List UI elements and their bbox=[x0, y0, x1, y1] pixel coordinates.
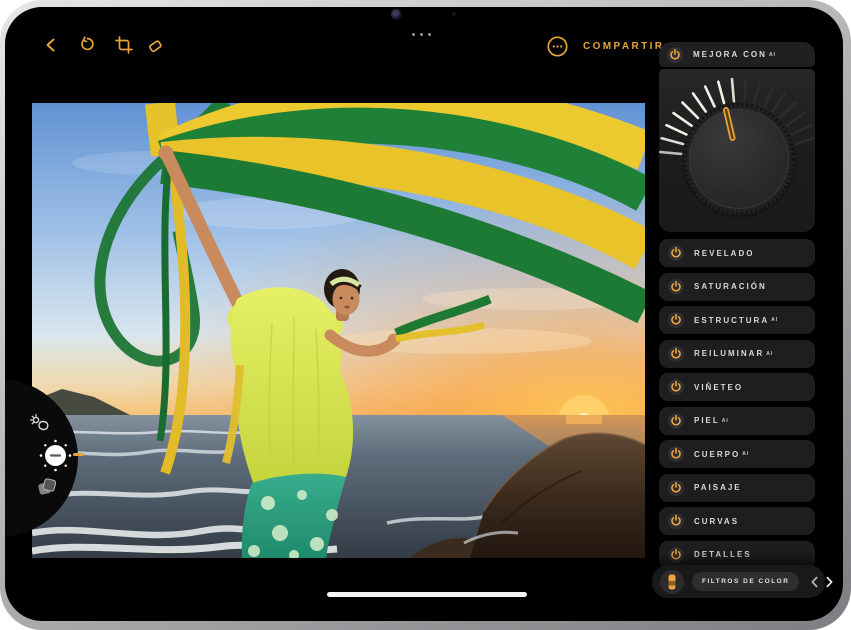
power-toggle[interactable] bbox=[668, 346, 684, 362]
color-filters-bar: FILTROS DE COLOR bbox=[652, 565, 825, 598]
power-icon bbox=[668, 346, 684, 362]
adjustment-row[interactable]: SATURACIÓN bbox=[659, 273, 815, 301]
power-toggle[interactable] bbox=[668, 480, 684, 496]
adjustment-label: REILUMINAR bbox=[694, 349, 764, 358]
more-options-icon bbox=[546, 35, 569, 58]
adjustment-list: REVELADO SATURACIÓN ESTRUCTURAAI bbox=[659, 239, 815, 569]
power-icon bbox=[668, 312, 684, 328]
power-icon bbox=[668, 513, 684, 529]
power-icon bbox=[668, 379, 684, 395]
ai-badge: AI bbox=[742, 451, 749, 457]
home-indicator[interactable] bbox=[327, 592, 527, 597]
adjustment-row[interactable]: PAISAJE bbox=[659, 474, 815, 502]
active-tool-marker bbox=[73, 453, 84, 456]
film-filter-button[interactable] bbox=[660, 570, 684, 594]
adjustment-label: SATURACIÓN bbox=[694, 282, 767, 291]
adjust-lighting-icon bbox=[29, 413, 52, 436]
power-toggle[interactable] bbox=[668, 279, 684, 295]
undo-button[interactable] bbox=[77, 35, 97, 55]
filters-icon bbox=[36, 476, 58, 498]
adjustment-label: PIEL bbox=[694, 416, 720, 425]
dial-knob[interactable] bbox=[682, 103, 796, 218]
power-toggle[interactable] bbox=[668, 245, 684, 261]
back-icon bbox=[42, 36, 60, 54]
power-icon bbox=[668, 413, 684, 429]
brightness-dial-button[interactable] bbox=[38, 438, 73, 478]
power-icon bbox=[668, 446, 684, 462]
adjustment-label: CURVAS bbox=[694, 517, 739, 526]
enhance-header[interactable]: MEJORA CONAI bbox=[659, 42, 815, 67]
enhance-label: MEJORA CON bbox=[693, 50, 767, 59]
adjust-lighting-button[interactable] bbox=[29, 413, 52, 441]
power-toggle[interactable] bbox=[668, 446, 684, 462]
filters-prev-button[interactable] bbox=[808, 574, 822, 590]
light-sensor bbox=[452, 12, 456, 16]
adjustment-row[interactable]: PIELAI bbox=[659, 407, 815, 435]
chevron-right-icon bbox=[822, 575, 836, 589]
adjustment-label: REVELADO bbox=[694, 249, 754, 258]
ipad-device: COMPARTIR bbox=[0, 0, 851, 630]
crop-icon bbox=[115, 36, 133, 54]
photo-scene bbox=[32, 103, 645, 558]
power-icon bbox=[668, 245, 684, 261]
brightness-dial-icon bbox=[38, 438, 73, 473]
adjustment-row[interactable]: REILUMINARAI bbox=[659, 340, 815, 368]
back-button[interactable] bbox=[41, 35, 61, 55]
photo-canvas[interactable] bbox=[32, 103, 645, 558]
power-toggle[interactable] bbox=[668, 312, 684, 328]
adjustment-label: VIÑETEO bbox=[694, 383, 743, 392]
chevron-left-icon bbox=[808, 575, 822, 589]
ai-badge: AI bbox=[771, 317, 778, 323]
color-filters-label: FILTROS DE COLOR bbox=[702, 578, 789, 585]
enhance-dial-card[interactable] bbox=[659, 69, 815, 232]
filters-button[interactable] bbox=[36, 476, 58, 503]
ai-badge: AI bbox=[766, 351, 773, 357]
undo-icon bbox=[78, 36, 96, 54]
erase-button[interactable] bbox=[145, 35, 165, 55]
adjustment-row[interactable]: CURVAS bbox=[659, 507, 815, 535]
front-camera bbox=[391, 9, 402, 20]
crop-button[interactable] bbox=[114, 35, 134, 55]
ai-badge: AI bbox=[769, 52, 776, 58]
ai-badge: AI bbox=[722, 418, 729, 424]
power-toggle[interactable] bbox=[668, 547, 684, 563]
adjustment-row[interactable]: VIÑETEO bbox=[659, 373, 815, 401]
filters-next-button[interactable] bbox=[822, 574, 836, 590]
adjustment-label: DETALLES bbox=[694, 550, 752, 559]
enhance-power-toggle[interactable] bbox=[667, 47, 683, 63]
erase-icon bbox=[146, 36, 165, 55]
power-icon bbox=[668, 547, 684, 563]
power-icon bbox=[668, 279, 684, 295]
adjustment-row[interactable]: REVELADO bbox=[659, 239, 815, 267]
adjustment-label: PAISAJE bbox=[694, 483, 742, 492]
color-filters-pill[interactable]: FILTROS DE COLOR bbox=[692, 572, 799, 591]
ipad-screen: COMPARTIR bbox=[5, 7, 843, 621]
power-toggle[interactable] bbox=[668, 413, 684, 429]
power-icon bbox=[667, 47, 683, 63]
power-icon bbox=[668, 480, 684, 496]
adjustment-label: CUERPO bbox=[694, 450, 740, 459]
adjustment-row[interactable]: CUERPOAI bbox=[659, 440, 815, 468]
enhance-dial[interactable] bbox=[659, 69, 815, 232]
share-button[interactable]: COMPARTIR bbox=[583, 41, 664, 52]
more-options-button[interactable] bbox=[546, 35, 569, 58]
adjustment-row[interactable]: ESTRUCTURAAI bbox=[659, 306, 815, 334]
power-toggle[interactable] bbox=[668, 379, 684, 395]
adjustment-label: ESTRUCTURA bbox=[694, 316, 769, 325]
power-toggle[interactable] bbox=[668, 513, 684, 529]
multitasking-handle[interactable] bbox=[412, 33, 431, 36]
film-filter-icon bbox=[660, 570, 684, 594]
